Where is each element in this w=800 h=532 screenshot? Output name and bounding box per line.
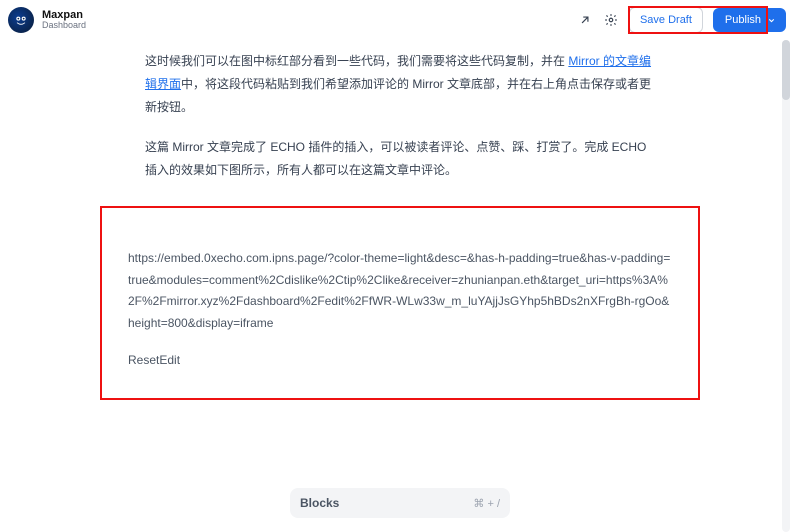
open-external-icon[interactable] (577, 12, 593, 28)
embed-url-text[interactable]: https://embed.0xecho.com.ipns.page/?colo… (128, 248, 672, 334)
paragraph-1-post: 中，将这段代码粘贴到我们希望添加评论的 Mirror 文章底部，并在右上角点击保… (145, 77, 651, 114)
breadcrumb-dashboard[interactable]: Dashboard (42, 21, 86, 31)
scrollbar-track (782, 40, 790, 532)
blocks-label: Blocks (300, 496, 339, 510)
gear-icon[interactable] (603, 12, 619, 28)
site-avatar (8, 7, 34, 33)
blocks-toolbar[interactable]: Blocks ⌘ + / (290, 488, 510, 518)
header-actions: Save Draft Publish (577, 7, 792, 33)
app-header: Maxpan Dashboard Save Draft Publish (0, 0, 800, 40)
blocks-shortcut: ⌘ + / (473, 497, 500, 510)
paragraph-1: 这时候我们可以在图中标红部分看到一些代码，我们需要将这些代码复制，并在 Mirr… (145, 50, 655, 118)
reset-button[interactable]: Reset (128, 353, 159, 367)
paragraph-2: 这篇 Mirror 文章完成了 ECHO 插件的插入，可以被读者评论、点赞、踩、… (145, 136, 655, 182)
article-body: 这时候我们可以在图中标红部分看到一些代码，我们需要将这些代码复制，并在 Mirr… (145, 40, 655, 182)
publish-button[interactable]: Publish (713, 8, 786, 32)
publish-label: Publish (725, 14, 761, 26)
blocks-shortcut-text: ⌘ + / (473, 497, 500, 510)
embed-code-block: https://embed.0xecho.com.ipns.page/?colo… (100, 206, 700, 400)
embed-actions: ResetEdit (128, 350, 672, 372)
scrollbar-thumb[interactable] (782, 40, 790, 100)
edit-button[interactable]: Edit (159, 353, 180, 367)
chevron-down-icon (767, 16, 776, 25)
paragraph-1-pre: 这时候我们可以在图中标红部分看到一些代码，我们需要将这些代码复制，并在 (145, 54, 568, 68)
site-meta: Maxpan Dashboard (42, 9, 86, 31)
editor-content: 这时候我们可以在图中标红部分看到一些代码，我们需要将这些代码复制，并在 Mirr… (0, 40, 800, 532)
owl-icon (13, 12, 29, 28)
save-draft-button[interactable]: Save Draft (629, 7, 703, 33)
